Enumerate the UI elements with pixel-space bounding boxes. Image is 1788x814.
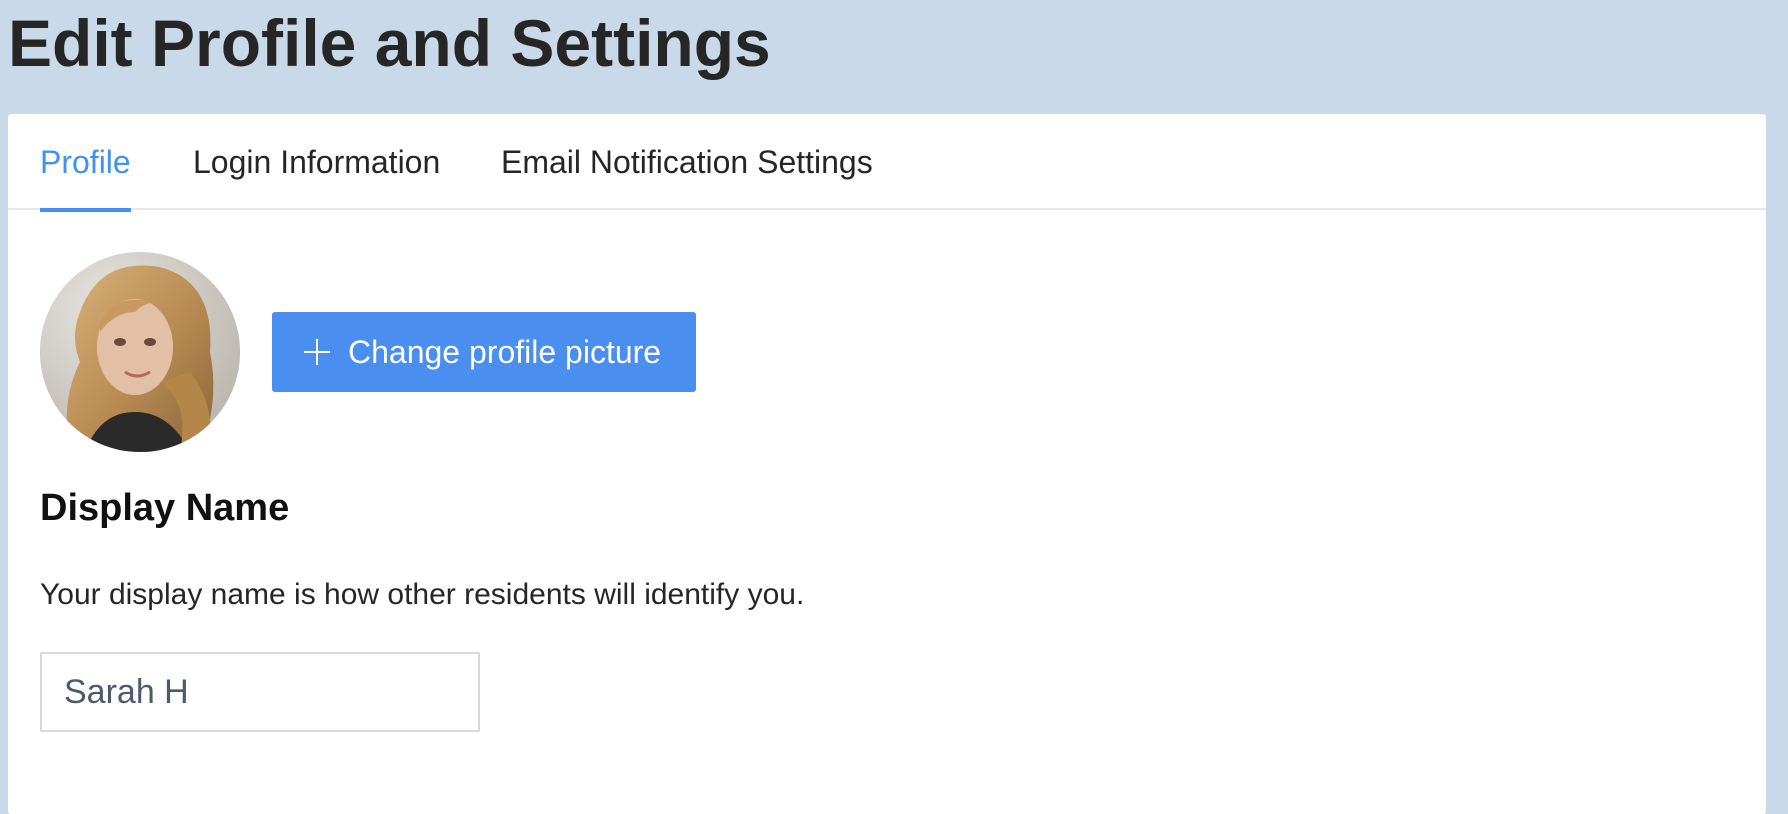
display-name-input[interactable] [40, 652, 480, 732]
display-name-description: Your display name is how other residents… [40, 578, 805, 611]
change-profile-picture-button[interactable]: Change profile picture [272, 312, 696, 392]
change-profile-picture-label: Change profile picture [348, 334, 662, 370]
plus-icon [304, 338, 330, 365]
avatar [40, 252, 240, 452]
settings-card: Profile Login Information Email Notifica… [8, 114, 1766, 814]
user-photo-icon [40, 252, 240, 452]
tab-profile[interactable]: Profile [40, 114, 131, 212]
tab-email-notification-settings[interactable]: Email Notification Settings [501, 114, 873, 210]
display-name-heading: Display Name [40, 487, 290, 529]
page-title: Edit Profile and Settings [8, 6, 771, 80]
tab-login-information[interactable]: Login Information [193, 114, 440, 210]
tab-bar: Profile Login Information Email Notifica… [8, 114, 1766, 212]
